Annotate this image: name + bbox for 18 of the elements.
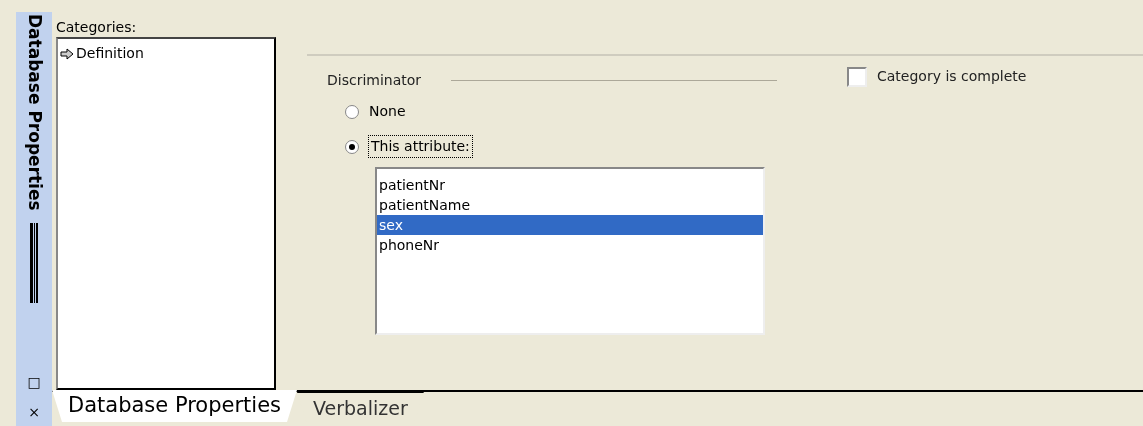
attribute-item[interactable]: phoneNr — [377, 235, 763, 255]
radio-icon — [345, 104, 359, 119]
radio-option[interactable]: This attribute: — [345, 136, 472, 157]
categories-label: Categories: — [56, 18, 138, 37]
category-item[interactable]: Definition — [60, 43, 144, 64]
attribute-item[interactable]: sex — [377, 215, 763, 235]
attribute-item[interactable]: patientName — [377, 195, 763, 215]
complete-checkbox[interactable]: Category is complete — [847, 66, 1027, 87]
restore-button[interactable]: □ — [27, 370, 41, 394]
close-button[interactable]: × — [28, 400, 40, 424]
radio-option[interactable]: None — [345, 101, 406, 122]
side-panel-title: Database Properties — [25, 14, 43, 211]
radio-icon — [345, 139, 359, 154]
grip-icon[interactable] — [30, 222, 38, 303]
attribute-item[interactable]: patientNr — [377, 175, 763, 195]
discriminator-title: Discriminator — [327, 71, 422, 90]
arrow-icon — [60, 47, 74, 60]
tab[interactable]: Database Properties — [52, 390, 297, 422]
